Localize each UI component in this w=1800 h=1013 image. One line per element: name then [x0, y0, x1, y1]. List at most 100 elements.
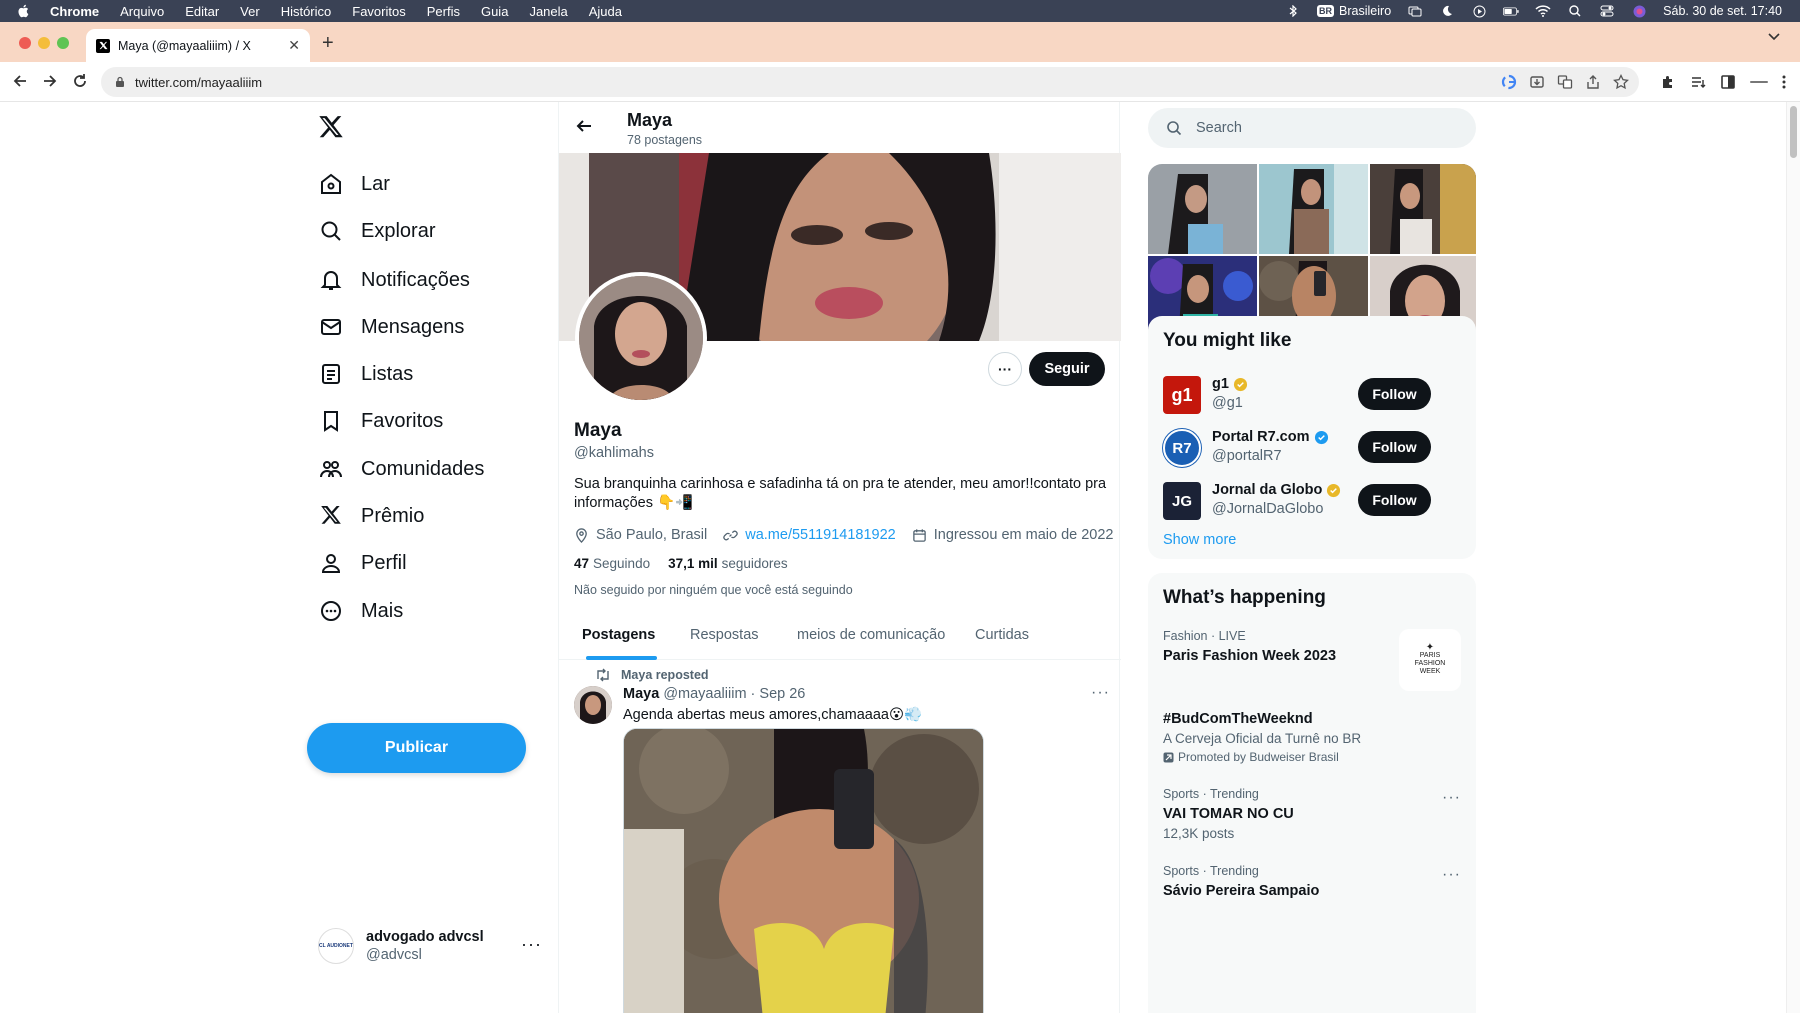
show-more-link[interactable]: Show more: [1163, 532, 1236, 548]
nav-premium[interactable]: Prêmio: [318, 501, 424, 531]
control-center-icon[interactable]: [1599, 5, 1615, 17]
back-arrow-icon[interactable]: [12, 73, 28, 89]
nav-explore[interactable]: Explorar: [318, 216, 435, 246]
window-close-button[interactable]: [19, 37, 31, 49]
menu-janela[interactable]: Janela: [529, 4, 567, 19]
back-arrow-icon[interactable]: [574, 116, 594, 136]
trend-item[interactable]: Sports · Trending VAI TOMAR NO CU 12,3K …: [1163, 787, 1461, 841]
nav-profile[interactable]: Perfil: [318, 548, 407, 578]
suggestion-jornaldaglobo[interactable]: JG Jornal da Globo @JornalDaGlobo Follow: [1163, 480, 1461, 520]
apple-icon[interactable]: [17, 4, 29, 18]
post-more-icon[interactable]: ···: [1091, 684, 1110, 702]
menu-ajuda[interactable]: Ajuda: [589, 4, 622, 19]
trend-item-promoted[interactable]: #BudComTheWeeknd A Cerveja Oficial da Tu…: [1163, 706, 1461, 764]
window-zoom-button[interactable]: [57, 37, 69, 49]
nav-bookmarks[interactable]: Favoritos: [318, 406, 443, 436]
menu-ver[interactable]: Ver: [240, 4, 260, 19]
scrollbar-thumb[interactable]: [1790, 106, 1797, 158]
post-image[interactable]: [623, 728, 984, 1013]
install-app-icon[interactable]: [1529, 74, 1545, 90]
tab-media[interactable]: meios de comunicação: [797, 627, 945, 643]
nav-home[interactable]: Lar: [318, 169, 390, 199]
tab-search-chevron-icon[interactable]: [1768, 33, 1780, 41]
search-input[interactable]: Search: [1148, 108, 1476, 148]
play-icon[interactable]: [1471, 5, 1487, 17]
suggestion-g1[interactable]: g1 g1 @g1 Follow: [1163, 374, 1461, 414]
trend-item[interactable]: Sports · Trending Sávio Pereira Sampaio …: [1163, 864, 1461, 899]
post-item[interactable]: Maya reposted Maya @mayaaliiim · Sep 26 …: [559, 660, 1121, 1013]
screen-mirroring-icon[interactable]: [1407, 5, 1423, 17]
lock-icon[interactable]: [115, 76, 125, 88]
account-switcher[interactable]: CL AUDIONET advogado advcsl @advcsl ···: [318, 924, 550, 968]
account-more-icon[interactable]: ···: [521, 934, 542, 955]
profile-icon[interactable]: [1750, 78, 1768, 86]
forward-arrow-icon[interactable]: [42, 73, 58, 89]
menu-guia[interactable]: Guia: [481, 4, 508, 19]
tab-close-icon[interactable]: ✕: [288, 37, 300, 54]
media-thumb-3[interactable]: [1370, 164, 1476, 254]
menu-perfis[interactable]: Perfis: [427, 4, 460, 19]
url-text[interactable]: twitter.com/mayaaliiim: [135, 75, 262, 90]
tab-replies[interactable]: Respostas: [690, 627, 759, 643]
repost-indicator: Maya reposted: [595, 668, 709, 682]
profile-avatar[interactable]: [575, 272, 707, 404]
menu-historico[interactable]: Histórico: [281, 4, 332, 19]
media-thumb-1[interactable]: [1148, 164, 1257, 254]
suggestion-portalr7[interactable]: R7 Portal R7.com @portalR7 Follow: [1163, 427, 1461, 467]
menu-editar[interactable]: Editar: [185, 4, 219, 19]
x-logo-icon[interactable]: [318, 116, 344, 140]
nav-communities[interactable]: Comunidades: [318, 454, 484, 484]
window-minimize-button[interactable]: [38, 37, 50, 49]
reading-list-icon[interactable]: [1690, 74, 1706, 90]
media-thumb-2[interactable]: [1259, 164, 1368, 254]
battery-icon[interactable]: [1503, 5, 1519, 17]
followers-link[interactable]: 37,1 mil seguidores: [668, 556, 788, 571]
menu-app-chrome[interactable]: Chrome: [50, 4, 99, 19]
tab-posts[interactable]: Postagens: [582, 627, 655, 643]
publish-button[interactable]: Publicar: [307, 723, 526, 773]
address-bar[interactable]: twitter.com/mayaaliiim: [101, 67, 1639, 97]
keyboard-input-menu[interactable]: BR Brasileiro: [1317, 4, 1391, 18]
trend-more-icon[interactable]: ···: [1442, 789, 1461, 807]
translate-icon[interactable]: [1557, 74, 1573, 90]
spotlight-search-icon[interactable]: [1567, 5, 1583, 17]
pfw-thumb-text: PARIS FASHION WEEK: [1414, 652, 1446, 675]
moon-icon[interactable]: [1439, 5, 1455, 17]
chrome-menu-icon[interactable]: [1782, 75, 1786, 89]
nav-home-label: Lar: [361, 172, 390, 195]
browser-tab-active[interactable]: Maya (@mayaaliiim) / X ✕: [86, 29, 310, 62]
trend-more-icon[interactable]: ···: [1442, 866, 1461, 884]
following-link[interactable]: 47 Seguindo: [574, 556, 650, 571]
tab-likes[interactable]: Curtidas: [975, 627, 1029, 643]
nav-profile-label: Perfil: [361, 551, 407, 574]
post-handle-date[interactable]: @mayaaliiim · Sep 26: [663, 686, 805, 702]
extensions-puzzle-icon[interactable]: [1660, 74, 1676, 90]
page-scrollbar[interactable]: [1786, 102, 1800, 1013]
nav-lists[interactable]: Listas: [318, 359, 413, 389]
profile-link[interactable]: wa.me/5511914181922: [745, 527, 896, 543]
google-icon[interactable]: [1501, 74, 1517, 90]
nav-more[interactable]: Mais: [318, 596, 403, 626]
menu-arquivo[interactable]: Arquivo: [120, 4, 164, 19]
menu-favoritos[interactable]: Favoritos: [352, 4, 405, 19]
follow-g1-button[interactable]: Follow: [1358, 378, 1431, 410]
menubar-datetime[interactable]: Sáb. 30 de set. 17:40: [1663, 4, 1782, 18]
post-author-avatar[interactable]: [574, 686, 612, 724]
nav-notifications[interactable]: Notificações: [318, 265, 470, 295]
follow-jornaldaglobo-button[interactable]: Follow: [1358, 484, 1431, 516]
siri-icon[interactable]: [1631, 5, 1647, 17]
post-author-name[interactable]: Maya: [623, 686, 659, 702]
wifi-icon[interactable]: [1535, 5, 1551, 17]
reload-icon[interactable]: [72, 73, 88, 89]
trend-item[interactable]: Fashion · LIVE Paris Fashion Week 2023 ✦…: [1163, 629, 1461, 699]
new-tab-button[interactable]: +: [322, 32, 334, 55]
profile-more-options-button[interactable]: ···: [988, 352, 1022, 386]
side-panel-icon[interactable]: [1720, 74, 1736, 90]
bluetooth-icon[interactable]: [1285, 5, 1301, 17]
follow-portalr7-button[interactable]: Follow: [1358, 431, 1431, 463]
share-icon[interactable]: [1585, 74, 1601, 90]
bookmark-star-icon[interactable]: [1613, 74, 1629, 90]
nav-messages[interactable]: Mensagens: [318, 312, 464, 342]
follow-button[interactable]: Seguir: [1029, 352, 1105, 386]
promoted-line: Promoted by Budweiser Brasil: [1163, 750, 1461, 764]
